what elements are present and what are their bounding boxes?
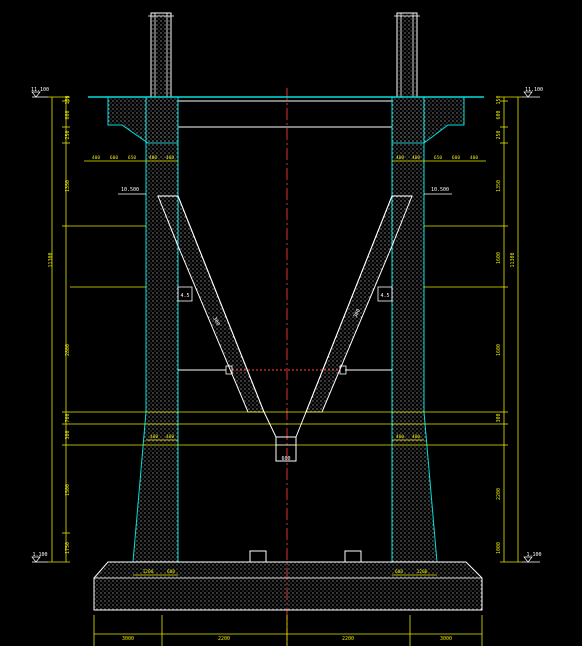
col-dim-right-2: 400 (412, 434, 420, 440)
elevation-mark-top-right: 11.100 (522, 87, 543, 98)
top-pile-right (394, 12, 420, 98)
center-tie-block: 600 (263, 411, 307, 462)
cap-dim-left-1: 400 (92, 155, 100, 161)
cap-dim-left-4: 400 (149, 155, 157, 161)
cap-dim-right-1: 400 (396, 155, 404, 161)
foot-dim-left-1: 1200 (143, 569, 154, 575)
col-dim-left-1: 400 (150, 434, 158, 440)
ground-blocks (249, 550, 362, 563)
gusset-label-right: 4.5 (380, 293, 389, 299)
elevation-mark-bottom-left: 1.100 (31, 552, 48, 563)
cap-dim-right-3: 650 (434, 155, 442, 161)
footing-dim-4: 3000 (440, 636, 452, 642)
column-right (391, 96, 438, 563)
right-dim-1: 150 (496, 95, 502, 104)
right-dim-4: 1350 (496, 180, 502, 192)
footing-dimension (93, 615, 483, 646)
footing-dim-2: 2200 (218, 636, 230, 642)
left-dim-5: 2800 (65, 344, 71, 356)
cap-dim-right-2: 400 (412, 155, 420, 161)
left-dim-1: 150 (65, 95, 71, 104)
tie-beam-dim: 600 (281, 456, 290, 462)
cap-dim-right-4: 600 (452, 155, 460, 161)
elevation-mark-top-left: 11.100 (31, 87, 49, 98)
col-dim-right-1: 400 (396, 434, 404, 440)
left-dim-4: 1350 (65, 180, 71, 192)
left-dim-3: 250 (65, 130, 71, 139)
right-dim-8: 2200 (496, 488, 502, 500)
elev-top-right: 11.100 (525, 87, 543, 93)
right-dim-3: 250 (496, 130, 502, 139)
tie-line (178, 365, 392, 375)
cap-dim-right-5: 400 (470, 155, 478, 161)
footing-dim-3: 2200 (342, 636, 354, 642)
right-dim-5: 1600 (496, 252, 502, 264)
left-dimension-labels: 11300 150 600 250 1350 2800 700 300 1500… (48, 95, 71, 554)
left-dim-7: 300 (65, 430, 71, 439)
right-dim-2: 600 (496, 110, 502, 119)
right-dimension-labels: 11300 150 600 250 1350 1600 1600 300 220… (496, 95, 516, 554)
gusset-right: 4.5 (377, 286, 393, 302)
level-lines (70, 225, 500, 446)
cad-drawing-canvas: 4.5 4.5 300 300 600 3000 2200 2200 3000 … (0, 0, 582, 646)
cap-dim-left-5: 400 (166, 155, 174, 161)
elev-bottom-left: 1.100 (32, 552, 47, 558)
elev-bottom-right: 1.100 (526, 552, 541, 558)
elev-top-left: 11.100 (31, 87, 49, 93)
cap-dim-left-3: 650 (128, 155, 136, 161)
footing-dim-1: 3000 (122, 636, 134, 642)
bracket-mark-right-label: 10.500 (431, 187, 449, 193)
overall-dim-right: 11300 (510, 252, 516, 267)
top-pile-left (148, 12, 174, 98)
foot-dim-right-2: 1200 (417, 569, 428, 575)
right-dim-6: 1600 (496, 344, 502, 356)
bracket-mark-right: 10.500 (424, 187, 452, 195)
left-dim-2: 600 (65, 110, 71, 119)
foot-dim-right-1: 600 (395, 569, 403, 575)
left-dim-8: 1500 (65, 484, 71, 496)
left-dim-9: 1750 (65, 542, 71, 554)
overall-dim-left: 11300 (48, 252, 54, 267)
column-left (132, 96, 179, 563)
right-dim-7: 300 (496, 413, 502, 422)
col-dim-left-2: 400 (166, 434, 174, 440)
right-dimension-lines (500, 96, 522, 563)
left-dim-6: 700 (65, 413, 71, 422)
gusset-label-left: 4.5 (180, 293, 189, 299)
bracket-mark-left-label: 10.500 (121, 187, 139, 193)
bracket-mark-left: 10.500 (118, 187, 146, 195)
cap-dim-left-2: 600 (110, 155, 118, 161)
gusset-left: 4.5 (177, 286, 193, 302)
right-dim-9: 1000 (496, 542, 502, 554)
foot-dim-left-2: 600 (167, 569, 175, 575)
elevation-mark-bottom-right: 1.100 (522, 552, 542, 563)
